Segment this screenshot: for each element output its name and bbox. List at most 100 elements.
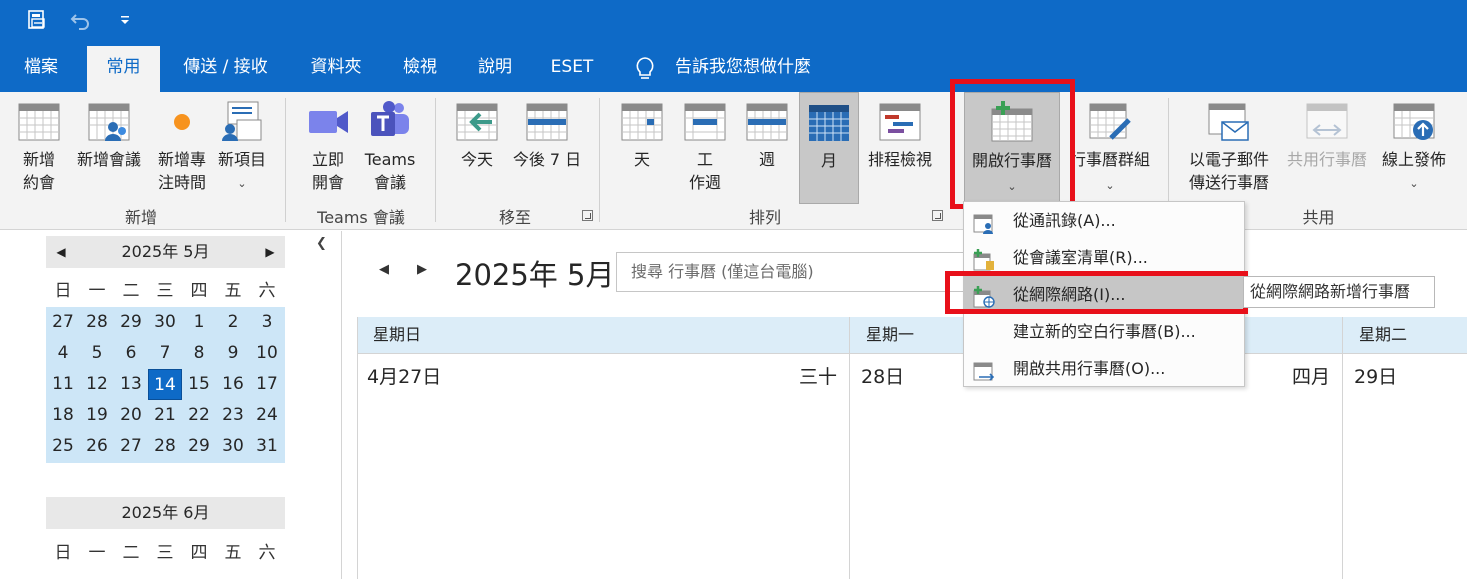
mini-calendar-day[interactable]: 21 (148, 400, 182, 431)
dialog-launcher-icon[interactable] (932, 210, 943, 221)
open-calendar-button[interactable]: 開啟行事曆 ⌄ (964, 92, 1060, 204)
customize-qat-icon[interactable] (112, 7, 138, 33)
calendar-search-input[interactable]: 搜尋 行事曆 (僅這台電腦) (616, 252, 976, 292)
work-week-view-button[interactable]: 工 作週 (674, 92, 736, 204)
mini-calendar-day[interactable]: 1 (182, 307, 216, 338)
schedule-view-button[interactable]: 排程檢視 (862, 92, 938, 204)
tab-home[interactable]: 常用 (87, 46, 160, 92)
meet-now-button[interactable]: 立即 開會 (300, 92, 356, 204)
lightbulb-icon (634, 56, 656, 82)
weekday-label: 六 (258, 281, 276, 301)
new-meeting-button[interactable]: 新增會議 (70, 92, 148, 204)
day-cell-date[interactable]: 28日 (861, 362, 904, 389)
mini-calendar-day[interactable]: 14 (148, 369, 182, 400)
next-7-days-button[interactable]: 今後 7 日 (508, 92, 586, 204)
menu-item-from-room-list[interactable]: 從會議室清單(R)... (964, 239, 1244, 276)
day-view-button[interactable]: 天 (612, 92, 672, 204)
email-calendar-label: 以電子郵件 傳送行事曆 (1188, 150, 1269, 192)
email-calendar-button[interactable]: 以電子郵件 傳送行事曆 (1180, 92, 1278, 204)
mini-calendar-day[interactable]: 28 (80, 307, 114, 338)
mini-calendar-day[interactable]: 15 (182, 369, 216, 400)
mini-calendar-day[interactable]: 27 (46, 307, 80, 338)
publish-online-button[interactable]: 線上發佈 ⌄ (1376, 92, 1452, 204)
ribbon-tab-bar: 檔案 常用 傳送 / 接收 資料夾 檢視 說明 ESET 告訴我您想做什麼 (0, 46, 1467, 92)
schedule-view-icon (879, 100, 921, 142)
menu-item-from-internet[interactable]: 從網際網路(I)... (964, 276, 1244, 313)
mini-calendar-day[interactable]: 22 (182, 400, 216, 431)
room-list-icon (973, 247, 995, 271)
tab-eset[interactable]: ESET (540, 46, 604, 92)
mini-calendar-day[interactable]: 27 (114, 431, 148, 462)
day-cell-date[interactable]: 29日 (1354, 362, 1397, 389)
share-calendar-button[interactable]: 共用行事曆 (1280, 92, 1374, 204)
undo-icon[interactable] (68, 7, 94, 33)
mini-calendar-day[interactable]: 18 (46, 400, 80, 431)
mini-calendar-day[interactable]: 9 (216, 338, 250, 369)
previous-month-icon[interactable]: ◀ (52, 236, 70, 268)
menu-item-from-address-book[interactable]: 從通訊錄(A)... (964, 202, 1244, 239)
mini-calendar-day[interactable]: 19 (80, 400, 114, 431)
mini-calendar-day[interactable]: 8 (182, 338, 216, 369)
today-button[interactable]: 今天 (448, 92, 506, 204)
tab-help[interactable]: 說明 (464, 46, 526, 92)
mini-calendar-day[interactable]: 13 (114, 369, 148, 400)
next-month-icon[interactable]: ▶ (417, 262, 427, 277)
mini-calendar-day[interactable]: 10 (250, 338, 284, 369)
calendar-groups-button[interactable]: 行事曆群組 ⌄ (1065, 92, 1155, 204)
mini-calendar-grid: 27 28 29 30 1 2 3 4 5 6 7 8 9 10 11 12 13 14 15 16 17 18 19 20 2… (46, 307, 285, 463)
send-receive-icon[interactable] (24, 7, 50, 33)
mini-calendar-day[interactable]: 16 (216, 369, 250, 400)
mini-calendar-day[interactable]: 26 (80, 431, 114, 462)
month-view-button[interactable]: 月 (799, 92, 859, 204)
mini-calendar-day[interactable]: 2 (216, 307, 250, 338)
mini-calendar-day[interactable]: 31 (250, 431, 284, 462)
mini-calendar-day[interactable]: 25 (46, 431, 80, 462)
mini-calendar-day[interactable]: 23 (216, 400, 250, 431)
today-arrow-icon (456, 100, 498, 142)
mini-calendar-day[interactable]: 4 (46, 338, 80, 369)
group-label-new: 新增 (124, 208, 157, 227)
new-appointment-label: 新增 約會 (22, 150, 55, 192)
next-month-icon[interactable]: ▶ (261, 236, 279, 268)
mini-calendar-day[interactable]: 6 (114, 338, 148, 369)
day-cell-lunar: 三十 (799, 366, 838, 388)
new-meeting-label: 新增會議 (76, 150, 141, 169)
tab-view[interactable]: 檢視 (389, 46, 451, 92)
mini-calendar-day[interactable]: 20 (114, 400, 148, 431)
email-calendar-icon (1208, 100, 1250, 142)
menu-item-open-shared-calendar[interactable]: 開啟共用行事曆(O)... (964, 350, 1244, 387)
new-items-button[interactable]: 新項目 ⌄ (214, 92, 270, 204)
mini-calendar-day[interactable]: 3 (250, 307, 284, 338)
mini-calendar-day[interactable]: 17 (250, 369, 284, 400)
chevron-down-icon: ⌄ (1007, 180, 1017, 193)
previous-month-icon[interactable]: ◀ (379, 262, 389, 277)
mini-calendar-day[interactable]: 30 (216, 431, 250, 462)
tab-file[interactable]: 檔案 (8, 46, 74, 92)
mini-calendar-day[interactable]: 5 (80, 338, 114, 369)
mini-calendar-day[interactable]: 12 (80, 369, 114, 400)
mini-calendar-day[interactable]: 7 (148, 338, 182, 369)
menu-item-new-blank-calendar[interactable]: 建立新的空白行事曆(B)... (964, 313, 1244, 350)
calendar-month-title: 2025年 5月 (455, 258, 615, 292)
group-separator (285, 98, 286, 222)
mini-calendar-day[interactable]: 24 (250, 400, 284, 431)
collapse-pane-icon[interactable]: ❮ (316, 236, 327, 251)
mini-calendar-day[interactable]: 28 (148, 431, 182, 462)
weekday-label: 三 (156, 543, 174, 563)
internet-calendar-icon (973, 284, 995, 308)
menu-item-label: 從通訊錄(A)... (1013, 211, 1116, 230)
work-week-icon (684, 100, 726, 142)
new-focus-time-button[interactable]: 新增專 注時間 (150, 92, 214, 204)
tab-send-receive[interactable]: 傳送 / 接收 (168, 46, 283, 92)
dialog-launcher-icon[interactable] (582, 210, 593, 221)
mini-calendar-day[interactable]: 29 (114, 307, 148, 338)
tell-me-search[interactable]: 告訴我您想做什麼 (675, 46, 811, 92)
tab-folder[interactable]: 資料夾 (296, 46, 376, 92)
mini-calendar-day[interactable]: 30 (148, 307, 182, 338)
teams-meeting-button[interactable]: Teams 會議 (358, 92, 422, 204)
mini-calendar-day[interactable]: 29 (182, 431, 216, 462)
week-view-button[interactable]: 週 (738, 92, 796, 204)
mini-calendar-day[interactable]: 11 (46, 369, 80, 400)
day-cell-date[interactable]: 4月27日 (367, 362, 441, 389)
new-appointment-button[interactable]: 新增 約會 (10, 92, 68, 204)
